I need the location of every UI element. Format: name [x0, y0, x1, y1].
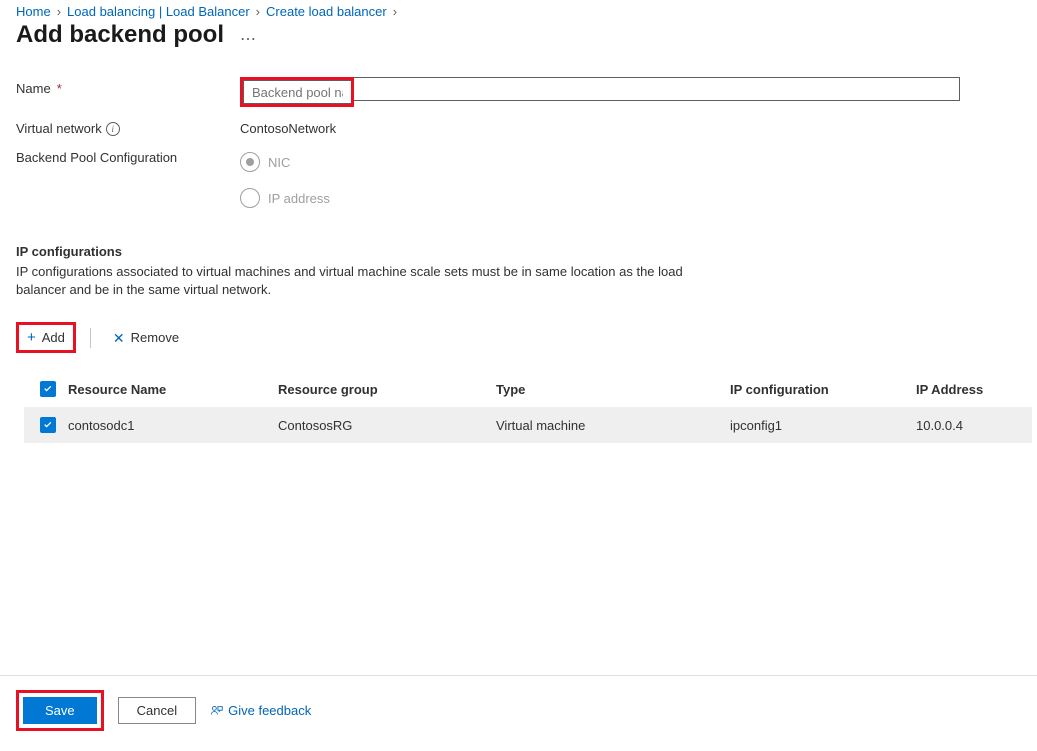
backend-pool-config-label: Backend Pool Configuration [16, 150, 177, 165]
toolbar-divider [90, 328, 91, 348]
close-icon: ✕ [113, 331, 125, 345]
radio-ip-label: IP address [268, 191, 330, 206]
breadcrumb-load-balancing[interactable]: Load balancing | Load Balancer [67, 4, 250, 19]
cell-resource-group: ContososRG [278, 418, 496, 433]
cell-type: Virtual machine [496, 418, 730, 433]
radio-nic-label: NIC [268, 155, 290, 170]
add-button-label: Add [42, 330, 65, 345]
radio-nic[interactable]: NIC [240, 146, 960, 172]
remove-button[interactable]: ✕ Remove [105, 326, 187, 349]
feedback-icon [210, 704, 224, 718]
ip-configurations-description: IP configurations associated to virtual … [16, 263, 736, 298]
page-title: Add backend pool [16, 21, 224, 49]
chevron-right-icon: › [256, 4, 260, 19]
cell-ip-config: ipconfig1 [730, 418, 916, 433]
required-indicator: * [57, 81, 62, 96]
table-row[interactable]: contosodc1 ContososRG Virtual machine ip… [24, 407, 1032, 443]
col-header-ip-config[interactable]: IP configuration [730, 382, 916, 397]
cell-resource-name: contosodc1 [68, 418, 278, 433]
virtual-network-label: Virtual network [16, 121, 102, 136]
cell-ip-address: 10.0.0.4 [916, 418, 1028, 433]
add-button[interactable]: + Add [19, 326, 73, 349]
radio-icon [240, 188, 260, 208]
highlight-save-button: Save [16, 690, 104, 731]
highlight-add-button: + Add [16, 322, 76, 353]
highlight-name-input [240, 77, 354, 107]
breadcrumb: Home › Load balancing | Load Balancer › … [0, 0, 1037, 21]
virtual-network-value: ContosoNetwork [240, 117, 960, 136]
ip-config-grid: Resource Name Resource group Type IP con… [24, 371, 1032, 443]
row-checkbox[interactable] [40, 417, 56, 433]
ip-configurations-heading: IP configurations [16, 244, 1021, 259]
chevron-right-icon: › [57, 4, 61, 19]
grid-header-row: Resource Name Resource group Type IP con… [24, 371, 1032, 407]
breadcrumb-create-lb[interactable]: Create load balancer [266, 4, 387, 19]
col-header-type[interactable]: Type [496, 382, 730, 397]
radio-ip-address[interactable]: IP address [240, 182, 960, 208]
name-label: Name [16, 81, 51, 96]
save-button[interactable]: Save [23, 697, 97, 724]
col-header-resource-group[interactable]: Resource group [278, 382, 496, 397]
more-actions-button[interactable]: ⋯ [240, 21, 257, 49]
col-header-resource-name[interactable]: Resource Name [68, 382, 278, 397]
breadcrumb-home[interactable]: Home [16, 4, 51, 19]
chevron-right-icon: › [393, 4, 397, 19]
backend-pool-name-input-ext[interactable] [354, 77, 960, 101]
info-icon[interactable]: i [106, 122, 120, 136]
give-feedback-label: Give feedback [228, 703, 311, 718]
check-icon [42, 419, 54, 431]
plus-icon: + [27, 330, 36, 345]
cancel-button[interactable]: Cancel [118, 697, 196, 724]
col-header-ip-address[interactable]: IP Address [916, 382, 1028, 397]
remove-button-label: Remove [131, 330, 179, 345]
give-feedback-link[interactable]: Give feedback [210, 703, 311, 718]
radio-icon [240, 152, 260, 172]
check-icon [42, 383, 54, 395]
backend-pool-name-input[interactable] [243, 80, 351, 104]
select-all-checkbox[interactable] [40, 381, 56, 397]
